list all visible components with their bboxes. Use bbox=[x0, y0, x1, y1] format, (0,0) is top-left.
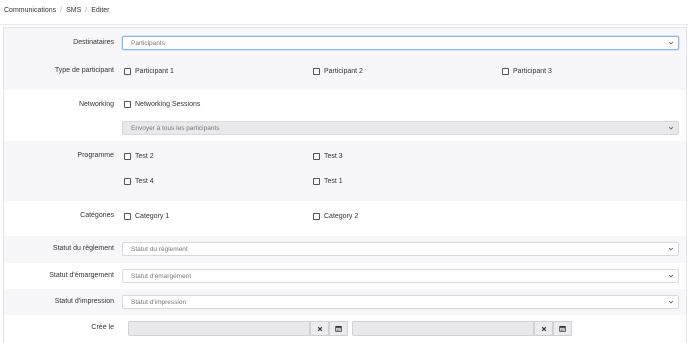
chevron-down-icon bbox=[668, 274, 674, 278]
statut-emargement-select[interactable]: Statut d'émargement bbox=[122, 269, 679, 283]
checkbox-label: Networking Sessions bbox=[135, 101, 201, 108]
statut-impression-label: Statut d'impression bbox=[54, 298, 114, 305]
statut-reglement-label: Statut du règlement bbox=[52, 245, 114, 252]
chevron-down-icon bbox=[668, 247, 674, 251]
networking-label: Networking bbox=[78, 101, 114, 108]
row-statut-impression: Statut d'impression Statut d'impression bbox=[4, 289, 686, 316]
categories-label: Catégories bbox=[80, 212, 114, 219]
checkbox-participant-1[interactable]: Participant 1 bbox=[124, 68, 174, 75]
destinataires-value: Participants bbox=[131, 40, 165, 47]
breadcrumb-communications[interactable]: Communications bbox=[4, 7, 56, 14]
statut-emargement-placeholder: Statut d'émargement bbox=[131, 273, 192, 280]
row-statut-emargement: Statut d'émargement Statut d'émargement bbox=[4, 263, 686, 290]
checkbox-category-2[interactable]: Category 2 bbox=[313, 213, 358, 220]
checkbox-label: Test 4 bbox=[135, 178, 154, 185]
row-networking: Networking Networking Sessions Envoyer à… bbox=[4, 90, 686, 142]
networking-select-value: Envoyer à tous les participants bbox=[131, 125, 220, 132]
checkbox-label: Category 2 bbox=[324, 213, 359, 220]
checkbox-label: Participant 1 bbox=[135, 68, 174, 75]
checkbox-box[interactable] bbox=[313, 213, 320, 220]
programme-label: Programme bbox=[77, 152, 114, 159]
row-cree-le: Crée le bbox=[4, 315, 686, 343]
checkbox-label: Participant 2 bbox=[324, 68, 363, 75]
destinataires-label: Destinataires bbox=[73, 39, 114, 46]
close-icon bbox=[541, 326, 546, 331]
checkbox-participant-2[interactable]: Participant 2 bbox=[313, 68, 363, 75]
row-destinataires: Destinataires Participants bbox=[4, 28, 686, 60]
row-statut-reglement: Statut du règlement Statut du règlement bbox=[4, 236, 686, 264]
checkbox-networking-sessions[interactable]: Networking Sessions bbox=[124, 101, 200, 108]
checkbox-box[interactable] bbox=[313, 178, 320, 185]
chevron-down-icon bbox=[668, 41, 674, 45]
checkbox-test-3[interactable]: Test 3 bbox=[313, 153, 343, 160]
sms-filter-form: Destinataires Participants Type de parti… bbox=[3, 27, 687, 343]
date-from-clear-button[interactable] bbox=[310, 321, 329, 336]
statut-impression-select[interactable]: Statut d'impression bbox=[122, 295, 679, 309]
row-programme: Programme Test 2 Test 3 Test 4 Test 1 bbox=[4, 141, 686, 202]
top-bar: Communications / SMS / Editer bbox=[0, 0, 688, 25]
row-categories: Catégories Category 1 Category 2 bbox=[4, 201, 686, 237]
checkbox-test-4[interactable]: Test 4 bbox=[124, 178, 154, 185]
close-icon bbox=[317, 326, 322, 331]
type-participant-label: Type de participant bbox=[54, 67, 114, 74]
checkbox-label: Test 3 bbox=[324, 153, 343, 160]
checkbox-box[interactable] bbox=[124, 178, 131, 185]
checkbox-box[interactable] bbox=[313, 68, 320, 75]
date-to-calendar-button[interactable] bbox=[553, 321, 572, 336]
checkbox-test-2[interactable]: Test 2 bbox=[124, 153, 154, 160]
checkbox-box[interactable] bbox=[124, 153, 131, 160]
breadcrumb: Communications / SMS / Editer bbox=[4, 7, 110, 14]
checkbox-label: Category 1 bbox=[135, 213, 170, 220]
checkbox-box[interactable] bbox=[124, 101, 131, 108]
checkbox-box[interactable] bbox=[313, 153, 320, 160]
date-to-clear-button[interactable] bbox=[534, 321, 553, 336]
chevron-down-icon bbox=[668, 126, 674, 130]
breadcrumb-editer: Editer bbox=[91, 7, 110, 14]
destinataires-select[interactable]: Participants bbox=[122, 36, 679, 50]
statut-reglement-placeholder: Statut du règlement bbox=[131, 246, 188, 253]
checkbox-box[interactable] bbox=[502, 68, 509, 75]
checkbox-box[interactable] bbox=[124, 213, 131, 220]
date-from-calendar-button[interactable] bbox=[329, 321, 348, 336]
checkbox-box[interactable] bbox=[124, 68, 131, 75]
checkbox-participant-3[interactable]: Participant 3 bbox=[502, 68, 552, 75]
date-from-input[interactable] bbox=[128, 321, 310, 336]
date-to-input[interactable] bbox=[352, 321, 534, 336]
cree-le-label: Crée le bbox=[91, 324, 114, 331]
calendar-icon bbox=[559, 325, 566, 332]
breadcrumb-separator: / bbox=[60, 7, 63, 14]
calendar-icon bbox=[335, 325, 342, 332]
checkbox-category-1[interactable]: Category 1 bbox=[124, 213, 169, 220]
statut-emargement-label: Statut d'émargement bbox=[49, 272, 114, 279]
breadcrumb-separator: / bbox=[85, 7, 88, 14]
checkbox-test-1[interactable]: Test 1 bbox=[313, 178, 343, 185]
checkbox-label: Test 2 bbox=[135, 153, 154, 160]
breadcrumb-sms[interactable]: SMS bbox=[66, 7, 81, 14]
row-type-participant: Type de participant Participant 1 Partic… bbox=[4, 59, 686, 91]
networking-select[interactable]: Envoyer à tous les participants bbox=[122, 121, 679, 135]
chevron-down-icon bbox=[668, 300, 674, 304]
checkbox-label: Participant 3 bbox=[513, 68, 552, 75]
checkbox-label: Test 1 bbox=[324, 178, 343, 185]
statut-impression-placeholder: Statut d'impression bbox=[131, 299, 187, 306]
statut-reglement-select[interactable]: Statut du règlement bbox=[122, 242, 679, 256]
